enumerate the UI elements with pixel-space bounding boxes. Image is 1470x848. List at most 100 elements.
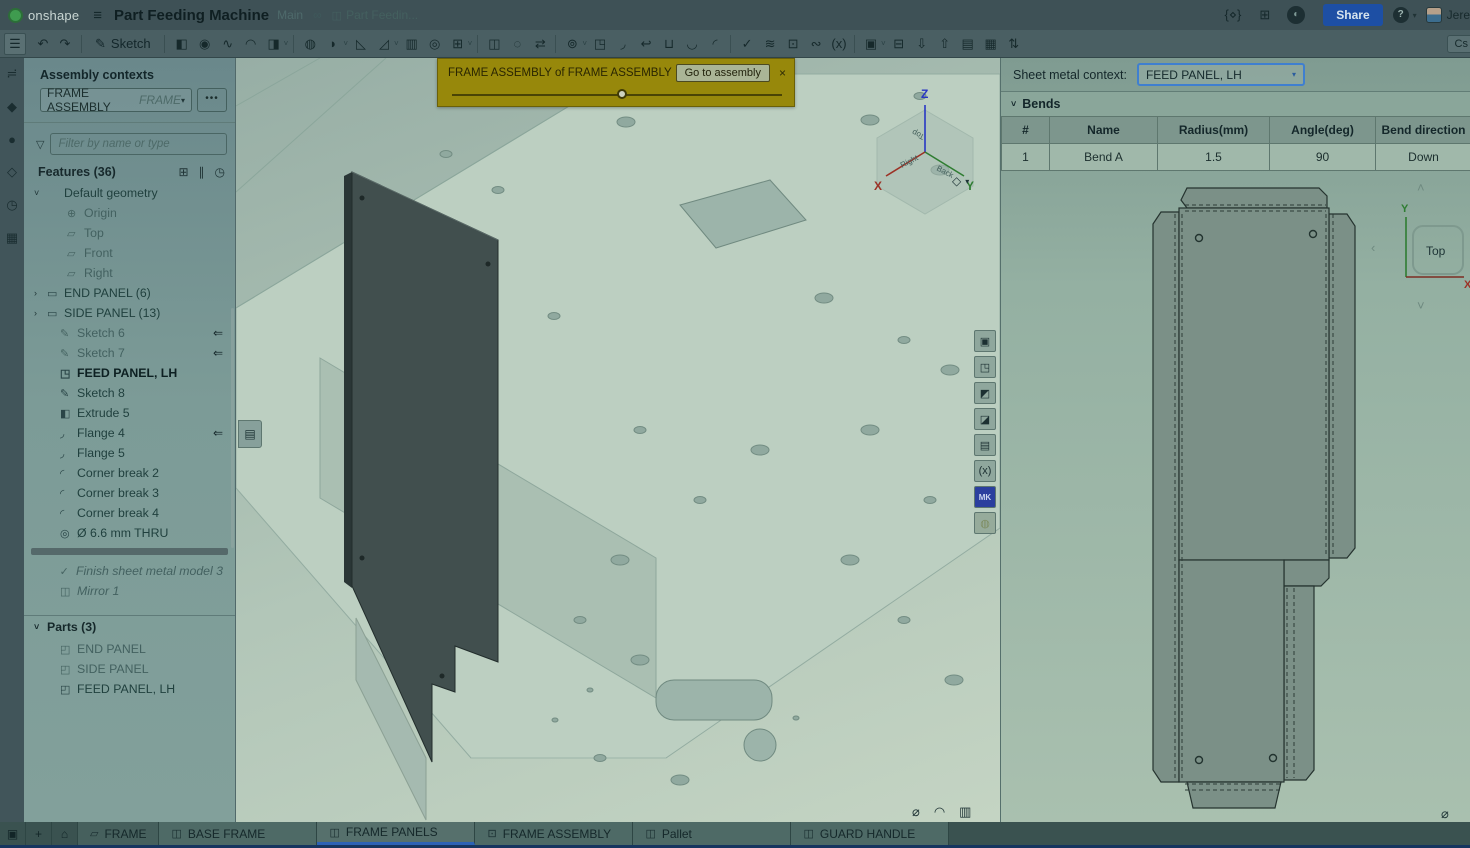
rotate-up-icon[interactable]: ˄ [1417,180,1425,195]
feature-filter-input[interactable] [50,133,227,155]
toolbar-tool-icon[interactable]: ◍ [298,34,322,54]
measure-tool-icon[interactable]: ▥ [959,804,971,820]
tree-chevron-icon[interactable]: › [34,288,47,298]
toolbar-tool-icon[interactable]: ▣ [859,34,883,54]
feature-tree-item[interactable]: ◫ Mirror 1 [24,581,235,601]
strip-icon[interactable]: ◇ [7,164,17,180]
part-list-item[interactable]: ◰ END PANEL [24,639,235,659]
viewport-tool-button[interactable]: ◪ [974,408,996,430]
feature-tree-item[interactable]: ◞ Flange 5 [24,443,235,463]
toolbar-tool-icon[interactable]: ◨ [262,34,286,54]
feature-tree-item[interactable]: ◜ Corner break 3 [24,483,235,503]
toolbar-chevron-icon[interactable]: ˅ [881,39,886,48]
feature-tree-item[interactable]: › ▭ END PANEL (6) [24,283,235,303]
viewport-tool-button[interactable]: ◍ [974,512,996,534]
add-tab-button[interactable]: + [26,822,52,845]
feature-tree-item[interactable]: ◎ Ø 6.6 mm THRU [24,523,235,543]
bend-row[interactable]: 1 Bend A 1.5 90 Down [1002,143,1470,170]
hamburger-menu-icon[interactable]: ≡ [93,7,102,24]
toolbar-tool-icon[interactable]: ◫ [482,34,506,54]
document-tab[interactable]: ▱ FRAME [78,822,159,845]
feature-tree-item[interactable]: ✎ Sketch 8 [24,383,235,403]
app-store-icon[interactable]: ⊞ [1259,7,1270,23]
panel-scrollbar[interactable] [231,308,234,548]
view-cube-menu[interactable]: ◇ ▾ [952,174,969,188]
toolbar-tool-icon[interactable]: ◳ [588,34,612,54]
bends-section-header[interactable]: ˅ Bends [1001,92,1470,117]
feature-tree-item[interactable]: ✎ Sketch 7 ⇐ [24,343,235,363]
toolbar-tool-icon[interactable]: ◜ [703,34,727,54]
toolbar-tool-icon[interactable]: ∾ [804,34,828,54]
toolbar-tool-icon[interactable]: ▦ [979,34,1003,54]
link-icon[interactable]: ∞ [313,8,322,22]
home-tab-icon[interactable]: ⌂ [52,822,78,845]
bend-direction[interactable]: Down [1376,143,1470,170]
feature-tree-item[interactable]: ◜ Corner break 4 [24,503,235,523]
model-3d-view[interactable]: Z X Y Right Back Top [236,58,1000,822]
view-cube-menu-icon[interactable]: ◇ [952,174,961,188]
feature-tree-item[interactable]: ⊕ Origin [24,203,235,223]
flat-pattern-view[interactable] [1151,180,1366,820]
feature-tree-item[interactable]: ◧ Extrude 5 [24,403,235,423]
toolbar-tool-icon[interactable]: ⊚ [560,34,584,54]
parts-section-header[interactable]: ˅ Parts (3) [24,615,235,637]
toolbar-chevron-icon[interactable]: ˅ [343,39,348,48]
graphics-area[interactable]: Z X Y Right Back Top FRAME ASSEMBLY of F… [236,58,1000,822]
undo-button[interactable]: ↶ [32,33,54,55]
feature-tree-item[interactable]: ▱ Right [24,263,235,283]
feature-tree-item[interactable]: ▱ Top [24,223,235,243]
toolbar-tool-icon[interactable]: ⊞ [446,34,470,54]
tree-chevron-icon[interactable]: ˅ [34,188,47,198]
bends-chevron-icon[interactable]: ˅ [1011,99,1016,109]
strip-icon[interactable]: ● [8,132,16,147]
share-button[interactable]: Share [1323,4,1382,26]
toolbar-tool-icon[interactable]: ◌ [505,34,529,53]
toolbar-tool-icon[interactable]: ≋ [758,34,782,54]
toolbar-tool-icon[interactable]: ◞ [611,34,635,54]
feature-tree-item[interactable] [31,548,228,555]
document-tab[interactable]: ◫ FRAME PANELS [317,822,475,845]
strip-icon[interactable]: ≓ [7,66,18,82]
toolbar-tool-icon[interactable]: ⊡ [781,34,805,54]
toolbar-chevron-icon[interactable]: ˅ [284,39,289,48]
document-tab[interactable]: ◫ GUARD HANDLE [791,822,949,845]
context-more-button[interactable]: ••• [197,88,227,112]
viewport-tool-button[interactable]: MK [974,486,996,508]
toolbar-tool-icon[interactable]: ▥ [400,34,424,54]
toolbar-tool-icon[interactable]: ◿ [372,34,396,54]
strip-icon[interactable]: ◆ [7,99,17,115]
bend-angle[interactable]: 90 [1270,143,1376,170]
bend-name[interactable]: Bend A [1050,143,1158,170]
toolbar-tool-icon[interactable]: ∿ [216,34,240,54]
bend-radius[interactable]: 1.5 [1158,143,1270,170]
view-cube-caret-icon[interactable]: ▾ [965,177,969,188]
document-tab[interactable]: ⊡ FRAME ASSEMBLY [475,822,633,845]
part-list-item[interactable]: ◰ SIDE PANEL [24,659,235,679]
sheet-metal-context-select[interactable]: FEED PANEL, LH ▾ [1137,63,1305,86]
help-caret-icon[interactable]: ▾ [1413,11,1417,20]
toolbar-tool-icon[interactable]: ◡ [680,34,704,54]
assembly-context-select[interactable]: FRAME ASSEMBLY FRAME ▾ [40,88,192,112]
measure-tool-icon[interactable]: ⌀ [912,804,920,820]
context-slider-knob[interactable] [617,89,627,99]
feature-tree-item[interactable]: ◜ Corner break 2 [24,463,235,483]
part-list-item[interactable]: ◰ FEED PANEL, LH [24,679,235,699]
fit-view-icon[interactable]: ⌀ [1441,806,1449,822]
viewport-tool-button[interactable]: ▤ [974,434,996,456]
feature-tree-item[interactable]: ◞ Flange 4 ⇐ [24,423,235,443]
features-header-icon[interactable]: ∥ [199,165,205,179]
toolbar-tool-icon[interactable]: ◺ [349,34,373,54]
toolbar-chevron-icon[interactable]: ˅ [468,39,473,48]
feature-tree-item[interactable]: ✓ Finish sheet metal model 3 [24,561,235,581]
toolbar-tool-icon[interactable]: ⇄ [528,34,552,54]
featurescript-icon[interactable]: {⋄} [1225,7,1242,23]
strip-icon[interactable]: ◷ [6,197,17,213]
feature-tree-item[interactable]: ˅ Default geometry [24,183,235,203]
toolbar-overflow-chip[interactable]: Cs [1447,35,1470,53]
ai-assistant-icon[interactable]: ◐ [1287,6,1305,24]
toolbar-tool-icon[interactable]: ◉ [193,34,217,54]
viewport-tool-button[interactable]: (x) [974,460,996,482]
tab-manager-icon[interactable]: ▣ [0,822,26,845]
viewport-tool-button[interactable]: ▣ [974,330,996,352]
feature-tree-item[interactable]: ◳ FEED PANEL, LH [24,363,235,383]
